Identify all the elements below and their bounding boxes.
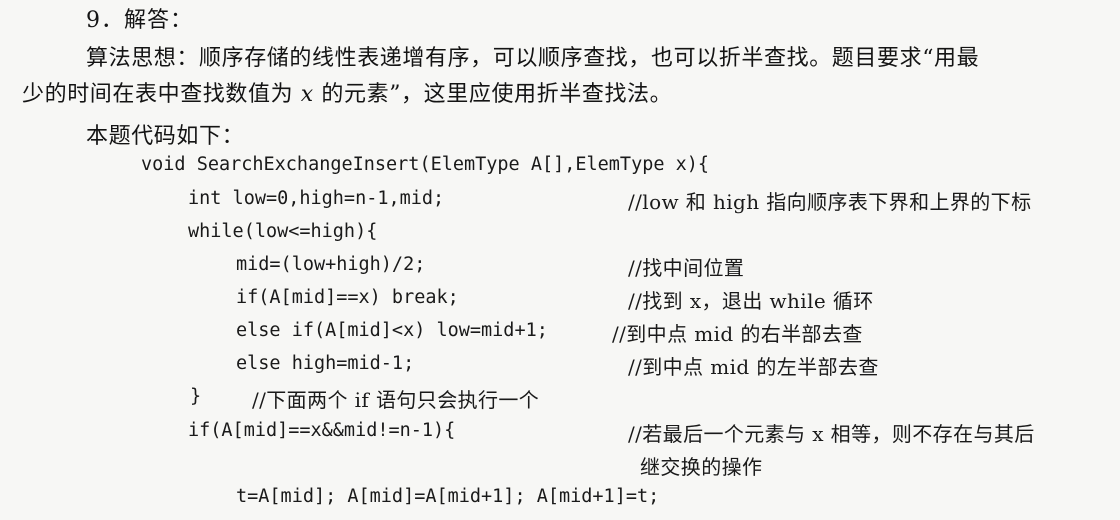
algorithm-idea-line-2: 少的时间在表中查找数值为 x 的元素”，这里应使用折半查找法。: [22, 76, 672, 108]
code-line-4: mid=(low+high)/2;: [236, 254, 426, 275]
code-comment-6: //到中点 mid 的右半部去查: [612, 322, 863, 346]
code-comment-9b: 继交换的操作: [640, 455, 763, 479]
code-line-9: if(A[mid]==x&&mid!=n-1){: [188, 420, 456, 441]
code-line-2: int low=0,high=n-1,mid;: [188, 188, 445, 209]
code-line-7: else high=mid-1;: [236, 353, 415, 374]
code-line-5: if(A[mid]==x) break;: [236, 287, 459, 308]
algorithm-idea-line-1: 算法思想：顺序存储的线性表递增有序，可以顺序查找，也可以折半查找。题目要求“用最: [86, 46, 980, 71]
idea-text-b: 的元素”，这里应使用折半查找法。: [313, 82, 673, 107]
document-page: 9．解答： 算法思想：顺序存储的线性表递增有序，可以顺序查找，也可以折半查找。题…: [0, 0, 1120, 520]
code-comment-5: //找到 x，退出 while 循环: [628, 289, 874, 313]
code-comment-4: //找中间位置: [628, 256, 745, 280]
code-line-6: else if(A[mid]<x) low=mid+1;: [236, 320, 548, 341]
code-comment-2: //low 和 high 指向顺序表下界和上界的下标: [628, 190, 1032, 214]
code-line-10: t=A[mid]; A[mid]=A[mid+1]; A[mid+1]=t;: [236, 486, 660, 507]
code-line-3: while(low<=high){: [188, 221, 378, 242]
idea-variable-x: x: [300, 82, 314, 107]
code-line-1: void SearchExchangeInsert(ElemType A[],E…: [141, 154, 710, 175]
answer-heading: 9．解答：: [86, 8, 193, 33]
code-comment-7: //到中点 mid 的左半部去查: [628, 355, 879, 379]
code-comment-9a: //若最后一个元素与 x 相等，则不存在与其后: [628, 422, 1035, 446]
code-line-8: }: [190, 386, 202, 407]
code-comment-8: //下面两个 if 语句只会执行一个: [252, 388, 540, 412]
code-intro: 本题代码如下：: [86, 124, 245, 149]
idea-text-a: 少的时间在表中查找数值为: [22, 82, 301, 107]
